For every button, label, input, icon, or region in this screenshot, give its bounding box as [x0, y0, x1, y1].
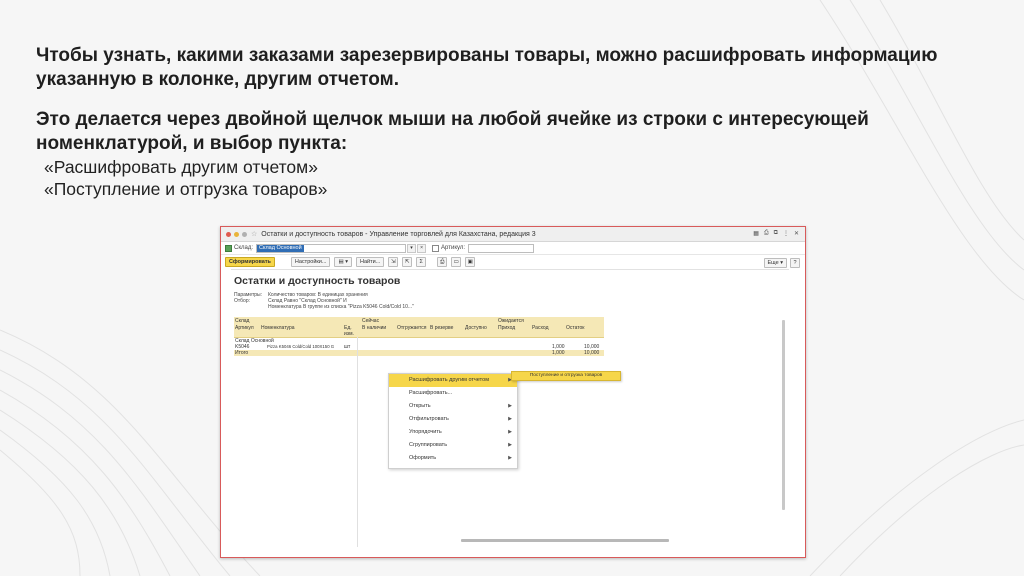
header-now: Сейчас: [362, 318, 380, 324]
header-article: Артикул: [235, 325, 254, 331]
filter-value-2: Номенклатура В группе из списка "Pizza K…: [268, 304, 414, 310]
menu-item-open[interactable]: Открыть ▶: [389, 400, 517, 413]
menu-item-label: Расшифровать другим отчетом: [409, 377, 489, 383]
total-remainder: 10,000: [584, 350, 600, 356]
filter-bar: Склад: Склад Основной ▾ × Артикул:: [221, 242, 805, 255]
article-checkbox[interactable]: [432, 244, 440, 252]
bullet-item: «Расшифровать другим отчетом»: [44, 157, 318, 177]
menu-item-label: Сгруппировать: [409, 442, 448, 448]
table-row-total[interactable]: Итого 1,000 10,000: [234, 350, 604, 356]
menu-item-label: Расшифровать...: [409, 390, 453, 396]
menu-item-drilldown-other-report[interactable]: Расшифровать другим отчетом ▶: [389, 374, 517, 387]
header-unit: Ед. изм.: [344, 325, 354, 337]
close-icon[interactable]: [226, 231, 231, 237]
collapse-icon[interactable]: ⇱: [402, 257, 413, 267]
header-receipt: Приход: [498, 325, 516, 331]
report-area[interactable]: Остатки и доступность товаров Параметры:…: [231, 269, 789, 548]
window-controls: ▦ ⎙ ⧉ ⋮ ✕: [753, 230, 799, 237]
link-icon[interactable]: ⧉: [774, 230, 778, 237]
warehouse-input[interactable]: Склад Основной: [256, 243, 407, 253]
header-on-hand: В наличии: [362, 325, 387, 331]
settings-button[interactable]: Настройки...: [290, 257, 331, 267]
menu-icon[interactable]: ⋮: [783, 230, 789, 237]
print-icon[interactable]: ⎙: [437, 257, 448, 267]
filter-label: Отбор:: [234, 298, 250, 304]
header-remainder: Остаток: [566, 325, 585, 331]
clear-icon[interactable]: ×: [417, 243, 427, 253]
header-shipped: Отгружается: [397, 325, 427, 331]
preview-icon[interactable]: ▭: [451, 257, 462, 267]
generate-button[interactable]: Сформировать: [225, 257, 275, 267]
column-divider: [357, 337, 358, 547]
save-icon[interactable]: ▣: [465, 257, 476, 267]
find-button[interactable]: Найти...: [355, 257, 385, 267]
report-title: Остатки и доступность товаров: [234, 275, 401, 287]
window-title: Остатки и доступность товаров - Управлен…: [261, 230, 536, 238]
menu-item-label: Упорядочить: [409, 429, 442, 435]
report-parameters: Параметры: Количество товаров: В единицах…: [234, 292, 414, 310]
instruction-paragraph: Это делается через двойной щелчок мыши н…: [36, 109, 869, 154]
submenu-item-receipt-shipment[interactable]: Поступление и отгрузка товаров: [511, 371, 621, 381]
bullet-item: «Поступление и отгрузка товаров»: [44, 179, 328, 199]
report-table: Склад Артикул Номенклатура Ед. изм. Сейч…: [234, 317, 604, 356]
folder-icon: ▤: [338, 259, 344, 265]
total-label: Итого: [235, 350, 249, 356]
article-label: Артикул:: [441, 245, 466, 251]
chevron-right-icon: ▶: [508, 403, 512, 409]
window-titlebar: ☆ Остатки и доступность товаров - Управл…: [221, 227, 805, 242]
close-window-icon[interactable]: ✕: [794, 230, 799, 237]
print-icon[interactable]: ⎙: [764, 230, 769, 237]
menu-item-group[interactable]: Сгруппировать ▶: [389, 439, 517, 452]
menu-item-drilldown[interactable]: Расшифровать...: [389, 387, 517, 400]
vertical-scrollbar[interactable]: [782, 320, 785, 510]
intro-paragraph: Чтобы узнать, какими заказами зарезервир…: [36, 45, 938, 90]
header-warehouse: Склад: [235, 318, 250, 324]
article-input[interactable]: [468, 243, 535, 253]
minimize-icon[interactable]: [234, 231, 239, 237]
calendar-icon[interactable]: ▦: [753, 230, 759, 237]
header-nomenclature: Номенклатура: [261, 325, 295, 331]
horizontal-scrollbar[interactable]: [461, 539, 669, 542]
menu-item-filter[interactable]: Отфильтровать ▶: [389, 413, 517, 426]
warehouse-label: Склад:: [234, 245, 254, 251]
header-reserved: В резерве: [430, 325, 454, 331]
app-window: ☆ Остатки и доступность товаров - Управл…: [220, 226, 806, 558]
star-icon[interactable]: ☆: [251, 230, 257, 238]
slide-text: Чтобы узнать, какими заказами зарезервир…: [36, 44, 996, 200]
chevron-right-icon: ▶: [508, 455, 512, 461]
menu-item-label: Отфильтровать: [409, 416, 449, 422]
more-label: Еще: [767, 260, 779, 266]
header-expected: Ожидается: [498, 318, 524, 324]
more-button[interactable]: Еще ▾: [763, 258, 787, 268]
header-expense: Расход: [532, 325, 549, 331]
header-available: Доступно: [465, 325, 487, 331]
menu-item-format[interactable]: Оформить ▶: [389, 452, 517, 465]
warehouse-value: Склад Основной: [257, 244, 304, 252]
table-header: Склад Артикул Номенклатура Ед. изм. Сейч…: [234, 317, 604, 338]
sum-button[interactable]: Σ: [416, 257, 427, 267]
warehouse-checkbox[interactable]: [225, 244, 232, 252]
dropdown-icon[interactable]: ▾: [407, 243, 417, 253]
menu-item-label: Открыть: [409, 403, 431, 409]
menu-item-label: Оформить: [409, 455, 437, 461]
variant-button[interactable]: ▤ ▾: [334, 257, 352, 267]
expand-icon[interactable]: ⇲: [388, 257, 399, 267]
maximize-icon[interactable]: [242, 231, 247, 237]
menu-item-sort[interactable]: Упорядочить ▶: [389, 426, 517, 439]
context-menu: Расшифровать другим отчетом ▶ Расшифрова…: [388, 373, 518, 469]
chevron-right-icon: ▶: [508, 416, 512, 422]
toolbar: Сформировать Настройки... ▤ ▾ Найти... ⇲…: [221, 255, 805, 269]
chevron-right-icon: ▶: [508, 442, 512, 448]
chevron-right-icon: ▶: [508, 429, 512, 435]
total-expense: 1,000: [552, 350, 565, 356]
help-button[interactable]: ?: [790, 258, 800, 268]
